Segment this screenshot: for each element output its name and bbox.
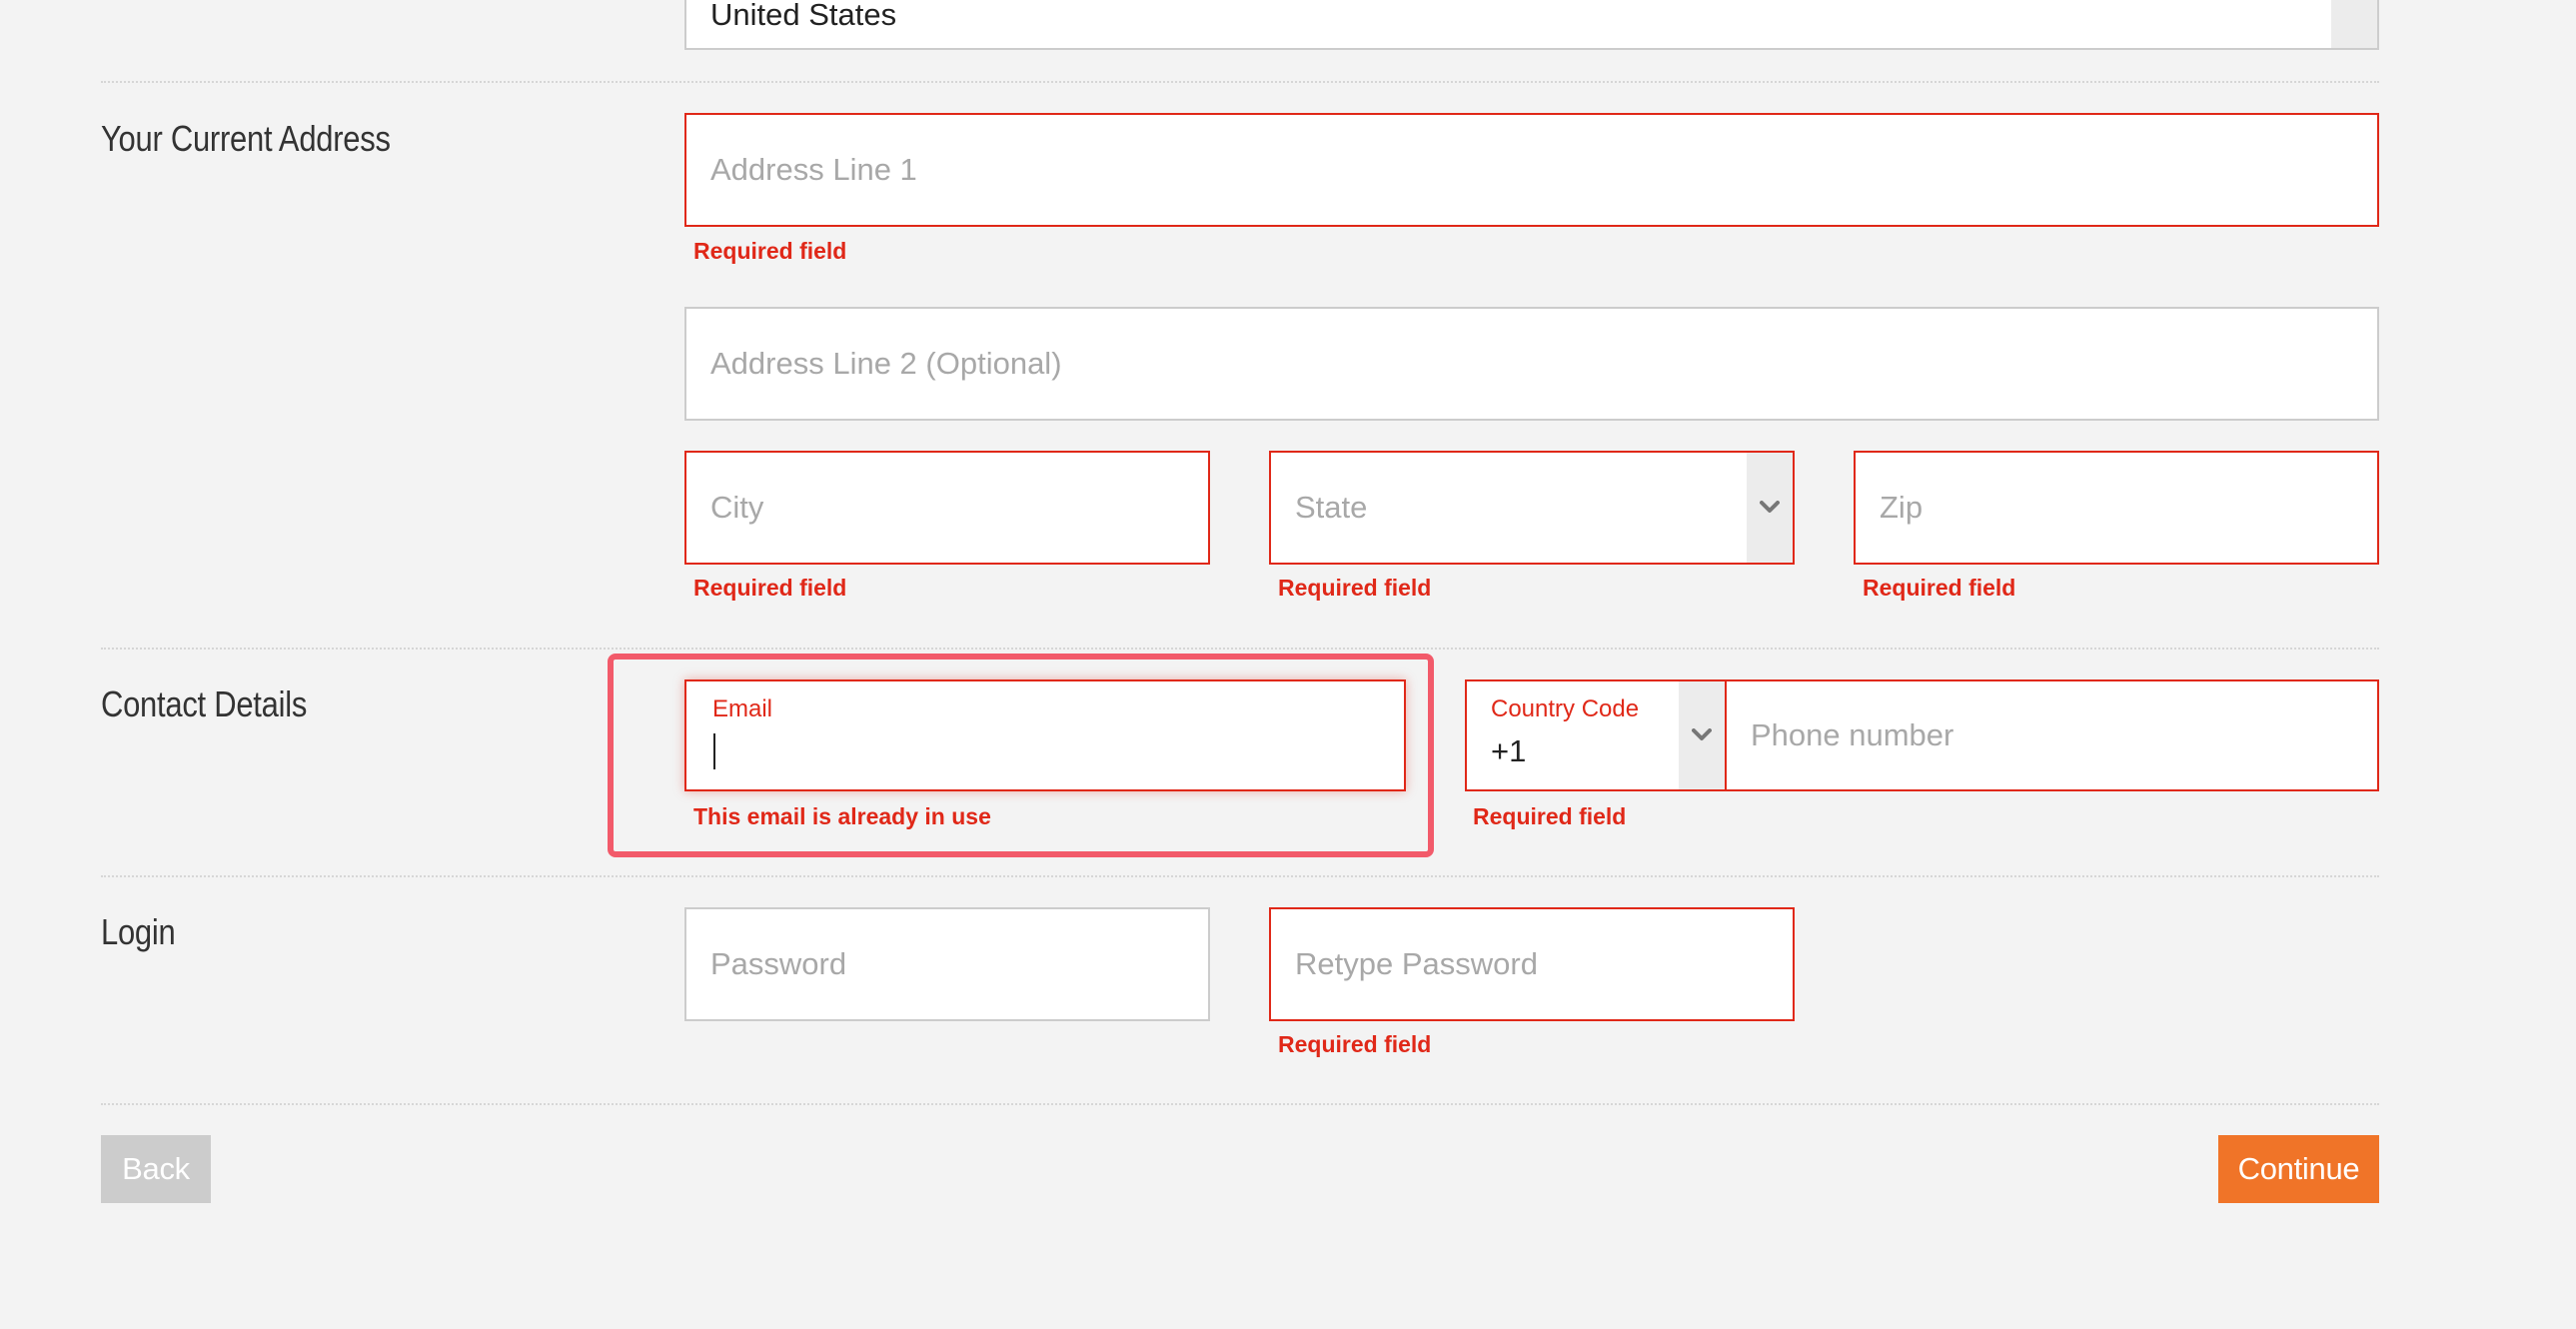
zip-error: Required field [1863,575,2016,601]
phone-number-input[interactable] [1725,679,2379,791]
state-dropdown-toggle[interactable] [1747,453,1793,563]
section-divider [101,875,2379,877]
address-line1-error: Required field [693,238,847,264]
section-label-contact: Contact Details [101,683,308,724]
country-code-label: Country Code [1491,695,1640,722]
chevron-down-icon [1760,501,1780,513]
password-input[interactable] [684,907,1210,1021]
city-error: Required field [693,575,847,601]
country-code-value: +1 [1491,733,1527,768]
state-error: Required field [1278,575,1432,601]
section-label-login: Login [101,911,176,952]
chevron-down-icon [1692,728,1712,740]
section-label-address: Your Current Address [101,118,391,159]
zip-input[interactable] [1854,451,2379,565]
retype-password-input[interactable] [1269,907,1795,1021]
state-select[interactable]: State [1269,451,1795,565]
phone-error: Required field [1473,803,1627,829]
address-line1-input[interactable] [684,113,2379,227]
country-code-dropdown-toggle[interactable] [1679,681,1725,789]
state-select-placeholder: State [1295,490,1368,525]
section-divider [101,648,2379,650]
country-select[interactable]: United States [684,0,2379,50]
email-field[interactable]: Email [684,679,1406,791]
retype-password-error: Required field [1278,1031,1432,1057]
section-divider [101,81,2379,83]
section-divider [101,1103,2379,1105]
address-line2-input[interactable] [684,307,2379,421]
country-code-select[interactable]: Country Code +1 [1465,679,1727,791]
chevron-down-icon [2331,0,2377,48]
email-error: This email is already in use [693,803,991,829]
text-cursor [713,733,715,769]
city-input[interactable] [684,451,1210,565]
back-button[interactable]: Back [101,1135,211,1203]
email-field-label: Email [712,695,773,722]
continue-button[interactable]: Continue [2218,1135,2379,1203]
country-select-value: United States [710,0,897,32]
